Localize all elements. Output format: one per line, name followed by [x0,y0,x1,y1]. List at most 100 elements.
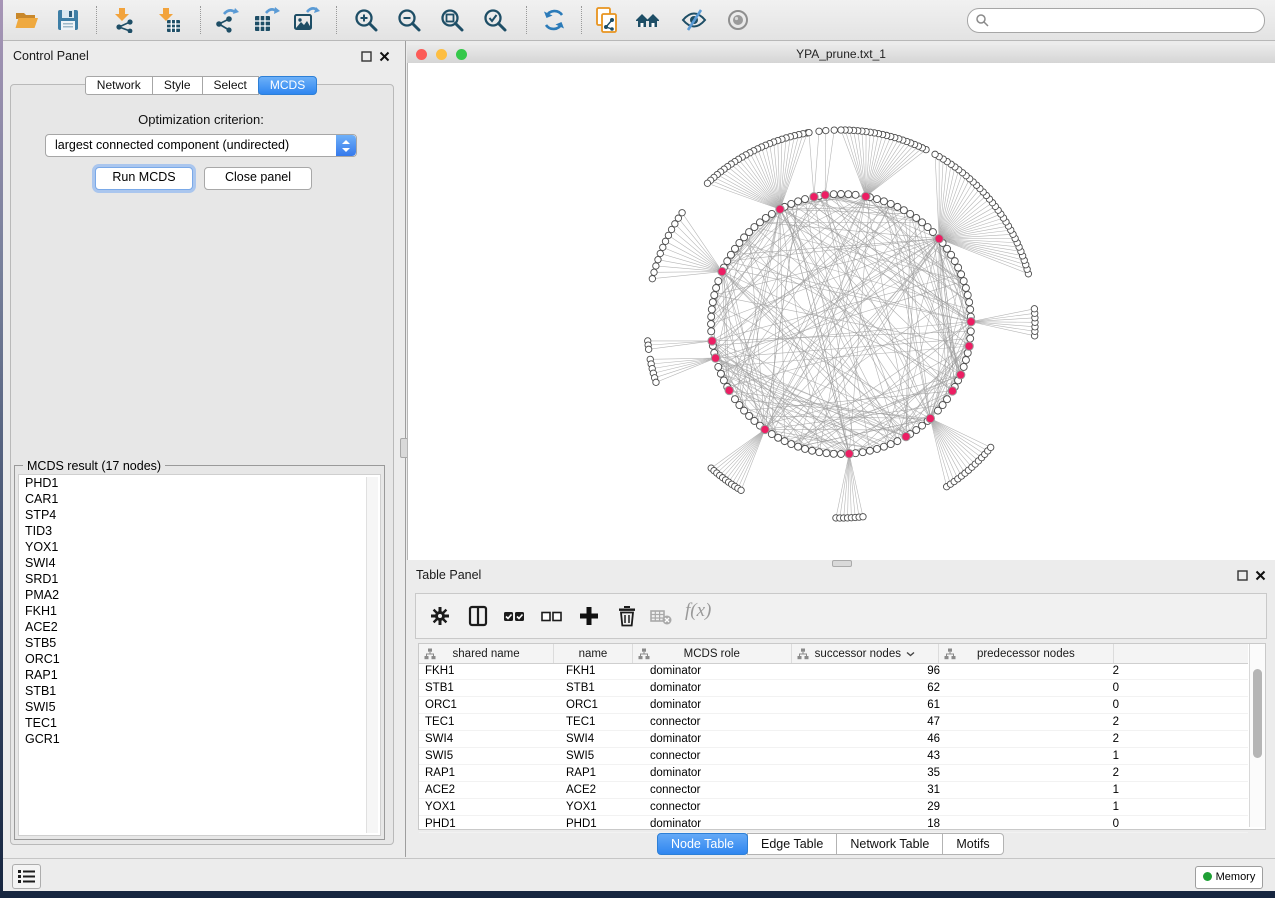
network-node[interactable] [806,129,812,135]
mcds-result-item[interactable]: PHD1 [19,475,380,491]
network-node[interactable] [708,313,715,320]
network-node[interactable] [862,192,870,200]
network-node[interactable] [823,127,829,133]
network-node[interactable] [830,450,837,457]
mcds-result-item[interactable]: ORC1 [19,651,380,667]
network-node[interactable] [1031,306,1037,312]
hide-graphics-details-icon[interactable] [681,7,707,33]
network-node[interactable] [713,285,720,292]
mcds-result-list[interactable]: PHD1CAR1STP4TID3YOX1SWI4SRD1PMA2FKH1ACE2… [18,474,381,836]
network-node[interactable] [761,425,769,433]
mcds-result-item[interactable]: CAR1 [19,491,380,507]
export-network-icon[interactable] [214,7,240,33]
network-node[interactable] [665,232,671,238]
network-node[interactable] [887,441,894,448]
network-node[interactable] [965,342,973,350]
network-node[interactable] [948,387,956,395]
refresh-icon[interactable] [541,7,567,33]
network-node[interactable] [668,226,674,232]
table-row[interactable]: SWI4SWI4dominator462 [419,731,1248,748]
network-node[interactable] [715,278,722,285]
network-node[interactable] [651,269,657,275]
network-node[interactable] [781,438,788,445]
network-node[interactable] [948,251,955,258]
network-node[interactable] [725,386,733,394]
network-node[interactable] [662,238,668,244]
network-node[interactable] [958,271,965,278]
select-stepper[interactable] [336,135,356,156]
table-row[interactable]: FKH1FKH1dominator962 [419,663,1248,680]
network-node[interactable] [720,377,727,384]
memory-button[interactable]: Memory [1195,866,1263,889]
column-header-name[interactable]: name [554,644,633,663]
add-column-icon[interactable] [578,605,600,627]
network-node[interactable] [788,441,795,448]
run-mcds-button[interactable]: Run MCDS [95,167,193,190]
function-builder-icon[interactable]: f(x) [685,600,711,622]
zoom-selected-icon[interactable] [482,7,508,33]
network-node[interactable] [960,363,967,370]
network-node[interactable] [830,191,837,198]
zoom-fit-icon[interactable] [439,7,465,33]
column-header-shared-name[interactable]: shared name [419,644,554,663]
network-node[interactable] [831,127,837,133]
network-node[interactable] [907,210,914,217]
network-node[interactable] [708,321,715,328]
export-image-icon[interactable] [294,7,320,33]
network-node[interactable] [802,196,809,203]
network-node[interactable] [795,443,802,450]
network-node[interactable] [816,128,822,134]
zoom-in-icon[interactable] [353,7,379,33]
table-row[interactable]: TEC1TEC1connector472 [419,714,1248,731]
network-node[interactable] [788,200,795,207]
network-node[interactable] [880,443,887,450]
network-node[interactable] [873,445,880,452]
network-node[interactable] [873,196,880,203]
network-node[interactable] [838,451,845,458]
network-node[interactable] [962,356,969,363]
mcds-result-item[interactable]: STB5 [19,635,380,651]
network-node[interactable] [967,306,974,313]
table-row[interactable]: YOX1YOX1connector291 [419,799,1248,816]
network-node[interactable] [987,444,993,450]
network-node[interactable] [880,198,887,205]
import-network-file-icon[interactable] [111,7,137,33]
mcds-result-item[interactable]: YOX1 [19,539,380,555]
optimization-criterion-select[interactable]: largest connected component (undirected) [45,134,357,157]
table-scrollbar[interactable] [1249,644,1265,827]
open-session-icon[interactable] [14,7,40,33]
network-node[interactable] [738,487,744,493]
network-node[interactable] [838,191,845,198]
network-node[interactable] [913,214,920,221]
network-node[interactable] [852,191,859,198]
tab-node-table[interactable]: Node Table [657,833,748,855]
network-node[interactable] [724,258,731,265]
network-node[interactable] [727,251,734,258]
mcds-result-item[interactable]: GCR1 [19,731,380,747]
network-node[interactable] [902,432,910,440]
mcds-result-item[interactable]: STB1 [19,683,380,699]
network-node[interactable] [715,363,722,370]
table-row[interactable]: ORC1ORC1dominator610 [419,697,1248,714]
network-node[interactable] [802,445,809,452]
search-box[interactable] [967,8,1265,33]
network-node[interactable] [956,371,964,379]
table-row[interactable]: ACE2ACE2connector311 [419,782,1248,799]
tab-edge-table[interactable]: Edge Table [747,833,837,855]
network-node[interactable] [708,337,716,345]
import-table-file-icon[interactable] [155,7,181,33]
network-node[interactable] [964,292,971,299]
network-node[interactable] [717,370,724,377]
network-node[interactable] [775,434,782,441]
network-node[interactable] [708,306,715,313]
panel-menu-button[interactable] [12,864,41,889]
network-node[interactable] [645,346,651,352]
table-row[interactable]: PHD1PHD1dominator180 [419,816,1248,833]
table-row[interactable]: RAP1RAP1dominator352 [419,765,1248,782]
mcds-result-item[interactable]: STP4 [19,507,380,523]
delete-table-icon[interactable] [650,605,672,627]
network-node[interactable] [894,203,901,210]
network-node[interactable] [894,438,901,445]
table-scrollbar-thumb[interactable] [1253,669,1262,758]
network-node[interactable] [653,263,659,269]
